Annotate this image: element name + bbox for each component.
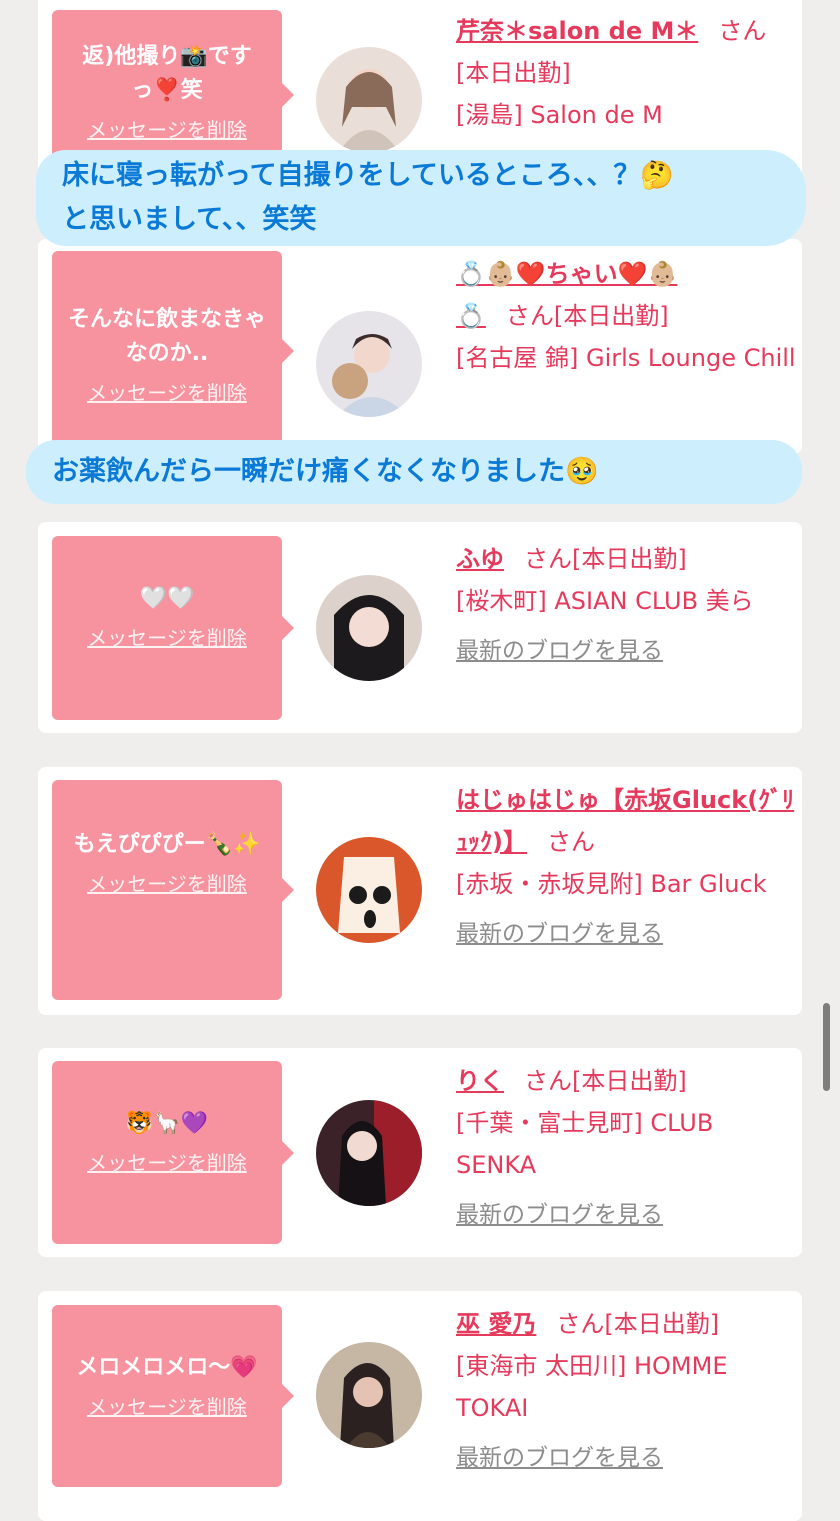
message-text: もえぴぴぴー🍾✨ [73, 832, 261, 857]
caption-overlay: 床に寝っ転がって自撮りをしているところ、、？🤔 と思いまして、、笑笑 [36, 150, 806, 246]
message-bubble: もえぴぴぴー🍾✨ メッセージを削除 [52, 780, 294, 1000]
delete-message-link[interactable]: メッセージを削除 [52, 868, 282, 897]
cast-name-link[interactable]: 💍👶🏼❤️ちゃい❤️👶🏼 [456, 253, 796, 295]
latest-blog-link[interactable]: 最新のブログを見る [456, 1437, 796, 1479]
status-text: [本日出勤] [572, 545, 687, 573]
shop-location: [湯島] Salon de M [456, 101, 663, 129]
message-text: 🐯🦙💜 [125, 1111, 209, 1136]
message-bubble: 🐯🦙💜 メッセージを削除 [52, 1061, 294, 1244]
cast-info: 💍👶🏼❤️ちゃい❤️👶🏼 💍 さん[本日出勤] [名古屋 錦] Girls Lou… [456, 253, 796, 379]
avatar[interactable] [316, 1100, 422, 1206]
cast-name-link[interactable]: りく [456, 1067, 504, 1095]
avatar[interactable] [316, 1342, 422, 1448]
shop-location: [名古屋 錦] Girls Lounge Chill [456, 344, 796, 372]
cast-info: 芹奈＊salon de M＊ さん [本日出勤] [湯島] Salon de M [456, 10, 796, 136]
status-text: [本日出勤] [604, 1310, 720, 1338]
status-text: [本日出勤] [572, 1067, 687, 1095]
message-card: そんなに飲まなきゃなのか.. メッセージを削除 💍👶🏼❤️ちゃい❤️👶🏼 💍 さん… [38, 239, 802, 454]
message-bubble: 🤍🤍 メッセージを削除 [52, 536, 294, 720]
message-card: もえぴぴぴー🍾✨ メッセージを削除 はじゅはじゅ【赤坂Gluck(ｸﾞﾘｭｯｸ)… [38, 767, 802, 1015]
shop-location: [千葉・富士見町] CLUB SENKA [456, 1109, 714, 1179]
caption-line: お薬飲んだら一瞬だけ痛くなくなりました🥹 [52, 456, 599, 487]
cast-info: 巫 愛乃 さん[本日出勤] [東海市 太田川] HOMME TOKAI 最新のブロ… [456, 1303, 796, 1479]
san-suffix: さん [556, 1310, 605, 1338]
cast-info: りく さん[本日出勤] [千葉・富士見町] CLUB SENKA 最新のブログを見… [456, 1060, 796, 1236]
status-text: [本日出勤] [553, 302, 669, 330]
avatar[interactable] [316, 837, 422, 943]
cast-name-link-cont[interactable]: 💍 [456, 302, 486, 330]
delete-message-link[interactable]: メッセージを削除 [52, 1391, 282, 1420]
san-suffix: さん [524, 1067, 572, 1095]
shop-location: [赤坂・赤坂見附] Bar Gluck [456, 870, 767, 898]
caption-line-1: 床に寝っ転がって自撮りをしているところ、、？🤔 [62, 160, 674, 191]
cast-info: はじゅはじゅ【赤坂Gluck(ｸﾞﾘｭｯｸ)】 さん [赤坂・赤坂見附] Bar … [456, 779, 796, 955]
cast-name-link[interactable]: はじゅはじゅ【赤坂Gluck(ｸﾞﾘｭｯｸ)】 [456, 786, 794, 856]
san-suffix: さん [546, 828, 595, 856]
delete-message-link[interactable]: メッセージを削除 [52, 377, 282, 406]
latest-blog-link[interactable]: 最新のブログを見る [456, 1194, 796, 1236]
shop-location: [桜木町] ASIAN CLUB 美ら [456, 587, 754, 615]
message-bubble: そんなに飲まなきゃなのか.. メッセージを削除 [52, 251, 294, 451]
cast-info: ふゆ さん[本日出勤] [桜木町] ASIAN CLUB 美ら 最新のブログを見る [456, 538, 796, 672]
shop-location: [東海市 太田川] HOMME TOKAI [456, 1352, 728, 1422]
message-bubble: メロメロメロ〜💗 メッセージを削除 [52, 1305, 294, 1487]
message-card: 🐯🦙💜 メッセージを削除 りく さん[本日出勤] [千葉・富士見町] CLUB S… [38, 1048, 802, 1257]
avatar[interactable] [316, 47, 422, 153]
latest-blog-link[interactable]: 最新のブログを見る [456, 630, 796, 672]
delete-message-link[interactable]: メッセージを削除 [52, 114, 282, 143]
delete-message-link[interactable]: メッセージを削除 [52, 622, 282, 651]
message-text: そんなに飲まなきゃなのか.. [67, 307, 266, 366]
caption-overlay: お薬飲んだら一瞬だけ痛くなくなりました🥹 [26, 440, 802, 504]
avatar[interactable] [316, 575, 422, 681]
message-text: 返)他撮り📸です っ❣️笑 [82, 44, 252, 103]
latest-blog-link[interactable]: 最新のブログを見る [456, 913, 796, 955]
status-text: [本日出勤] [456, 59, 571, 87]
cast-name-link[interactable]: ふゆ [456, 545, 504, 573]
message-card: メロメロメロ〜💗 メッセージを削除 巫 愛乃 さん[本日出勤] [東海市 太田川]… [38, 1291, 802, 1521]
message-text: 🤍🤍 [139, 586, 195, 611]
cast-name-link[interactable]: 芹奈＊salon de M＊ [456, 17, 698, 45]
delete-message-link[interactable]: メッセージを削除 [52, 1147, 282, 1176]
message-card: 🤍🤍 メッセージを削除 ふゆ さん[本日出勤] [桜木町] ASIAN CLUB … [38, 522, 802, 733]
san-suffix: さん [524, 545, 572, 573]
cast-name-link[interactable]: 巫 愛乃 [456, 1310, 536, 1338]
caption-line-2: と思いまして、、笑笑 [62, 204, 317, 235]
scrollbar[interactable] [823, 1003, 830, 1091]
avatar[interactable] [316, 311, 422, 417]
san-suffix: さん [718, 17, 767, 45]
san-suffix: さん [505, 302, 554, 330]
message-text: メロメロメロ〜💗 [76, 1355, 258, 1380]
